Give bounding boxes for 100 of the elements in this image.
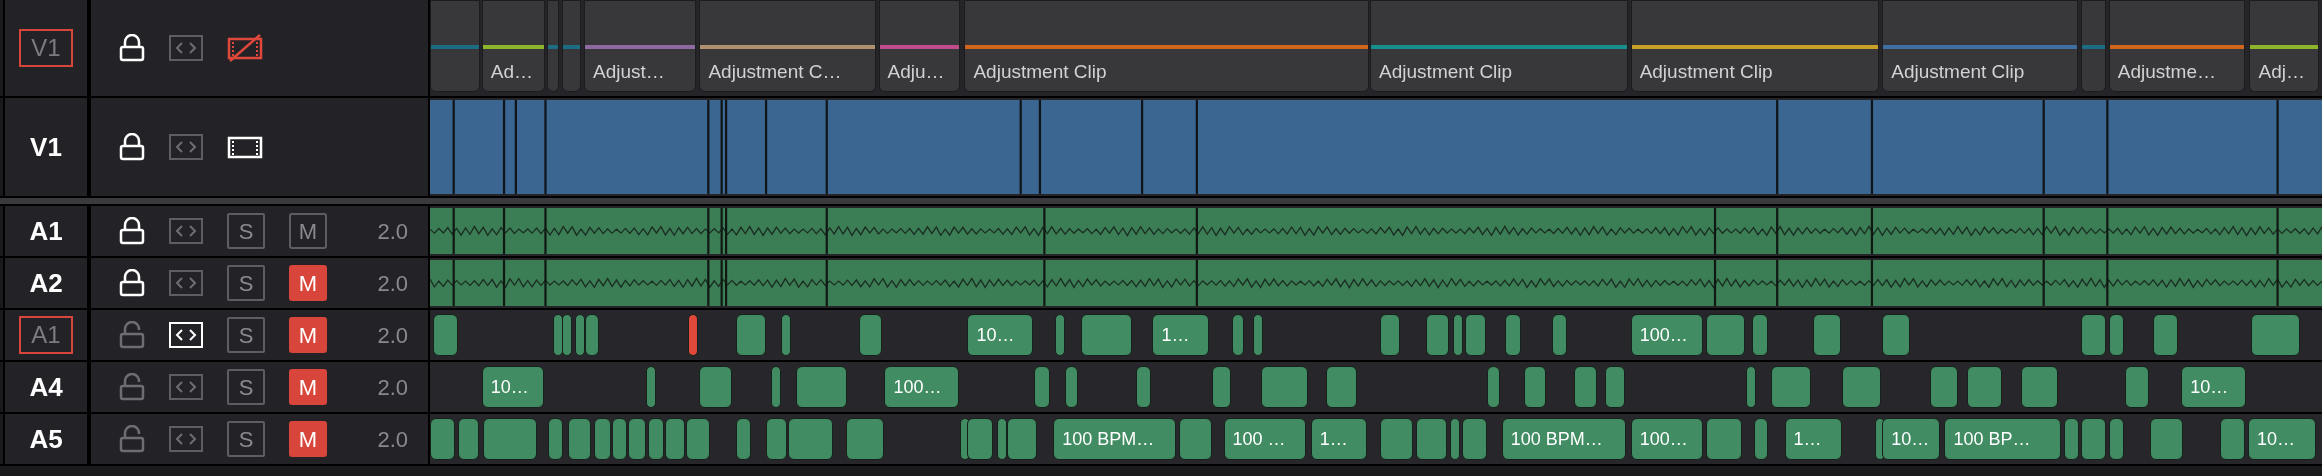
audio-clip[interactable] bbox=[997, 418, 1007, 460]
audio-clip[interactable] bbox=[1771, 366, 1812, 408]
audio-clip[interactable]: 10… bbox=[2181, 366, 2247, 408]
audio-clip[interactable] bbox=[1812, 314, 1841, 356]
adjustment-clip[interactable]: Adjustment C… bbox=[699, 0, 876, 92]
adjustment-clip[interactable] bbox=[430, 0, 481, 92]
audio-clip[interactable] bbox=[2125, 366, 2149, 408]
adjustment-clip[interactable]: Adjust… bbox=[583, 0, 697, 92]
audio-clip[interactable] bbox=[1426, 314, 1449, 356]
audio-clip[interactable] bbox=[552, 314, 563, 356]
audio-clip[interactable] bbox=[1706, 418, 1742, 460]
audio-clip[interactable] bbox=[430, 418, 456, 460]
audio-clip[interactable] bbox=[1380, 314, 1400, 356]
audio-clip[interactable] bbox=[1253, 314, 1264, 356]
adjustment-clip[interactable] bbox=[561, 0, 581, 92]
padlock-icon[interactable] bbox=[119, 133, 145, 161]
mute-button[interactable]: M bbox=[289, 265, 327, 301]
audio-clip[interactable] bbox=[780, 314, 791, 356]
adjustment-clip[interactable]: Adjustme… bbox=[2108, 0, 2245, 92]
audio-clip[interactable] bbox=[1450, 418, 1461, 460]
mute-button[interactable]: M bbox=[289, 317, 327, 353]
adjustment-clip[interactable]: Adjustment Clip bbox=[1630, 0, 1880, 92]
film-strip-off-icon[interactable] bbox=[227, 34, 263, 62]
audio-clip[interactable]: 10… bbox=[481, 366, 544, 408]
solo-button[interactable]: S bbox=[227, 421, 265, 457]
audio-clip[interactable] bbox=[795, 366, 848, 408]
audio-clip[interactable] bbox=[483, 418, 537, 460]
audio-clip[interactable]: 10… bbox=[1882, 418, 1941, 460]
audio-clip[interactable] bbox=[665, 418, 685, 460]
adjustment-clip[interactable]: Adju… bbox=[878, 0, 960, 92]
audio-clip[interactable] bbox=[846, 418, 885, 460]
audio-clip[interactable] bbox=[1706, 314, 1745, 356]
audio-clip[interactable] bbox=[646, 366, 657, 408]
audio-clip[interactable] bbox=[699, 366, 732, 408]
audio-clip[interactable]: 100 BP… bbox=[1944, 418, 2062, 460]
audio-clip[interactable] bbox=[1034, 366, 1051, 408]
solo-button[interactable]: S bbox=[227, 369, 265, 405]
adjustment-clip[interactable]: Adjustment Clip bbox=[964, 0, 1369, 92]
audio-clip[interactable] bbox=[612, 418, 627, 460]
audio-clip[interactable] bbox=[1260, 366, 1308, 408]
audio-clip[interactable]: 100… bbox=[1630, 314, 1704, 356]
audio-clip[interactable] bbox=[1054, 314, 1065, 356]
solo-button[interactable]: S bbox=[227, 213, 265, 249]
audio-clip[interactable]: 1… bbox=[1152, 314, 1209, 356]
audio-clip[interactable] bbox=[432, 314, 459, 356]
audio-clip[interactable] bbox=[2108, 314, 2124, 356]
audio-clip[interactable] bbox=[736, 314, 767, 356]
audio-clip[interactable] bbox=[2080, 314, 2106, 356]
mute-button[interactable]: M bbox=[289, 369, 327, 405]
audio-clip[interactable] bbox=[1380, 418, 1413, 460]
audio-clip[interactable] bbox=[585, 314, 599, 356]
audio-clip[interactable] bbox=[548, 418, 564, 460]
audio-clip[interactable] bbox=[2219, 418, 2245, 460]
audio-clip[interactable] bbox=[1929, 366, 1958, 408]
audio-clip[interactable] bbox=[1552, 314, 1567, 356]
audio-clip[interactable] bbox=[1232, 314, 1245, 356]
audio-clip[interactable] bbox=[1746, 366, 1757, 408]
adjustment-clip[interactable] bbox=[546, 0, 559, 92]
audio-clip[interactable] bbox=[2250, 314, 2300, 356]
audio-clip[interactable] bbox=[594, 418, 611, 460]
audio-clip[interactable] bbox=[766, 418, 787, 460]
audio-clip[interactable] bbox=[2150, 418, 2183, 460]
audio-clip[interactable] bbox=[2080, 418, 2106, 460]
padlock-icon[interactable] bbox=[119, 217, 145, 245]
audio-clip[interactable] bbox=[1487, 366, 1501, 408]
audio-clip[interactable] bbox=[1415, 418, 1448, 460]
audio-clip[interactable] bbox=[1605, 366, 1625, 408]
padlock-icon[interactable] bbox=[119, 34, 145, 62]
audio-clip[interactable]: 1… bbox=[1310, 418, 1368, 460]
audio-clip[interactable] bbox=[686, 418, 710, 460]
padlock-icon[interactable] bbox=[119, 269, 145, 297]
adjustment-clip[interactable]: Ad… bbox=[481, 0, 546, 92]
audio-clip[interactable] bbox=[1081, 314, 1132, 356]
audio-clip[interactable] bbox=[647, 418, 664, 460]
audio-clip[interactable]: 1… bbox=[1784, 418, 1843, 460]
audio-clip[interactable] bbox=[1325, 366, 1357, 408]
audio-clip[interactable] bbox=[1574, 366, 1597, 408]
audio-clip[interactable] bbox=[1461, 418, 1487, 460]
audio-clip[interactable] bbox=[1504, 314, 1522, 356]
audio-clip[interactable] bbox=[1464, 314, 1486, 356]
audio-clip[interactable] bbox=[1179, 418, 1212, 460]
audio-clip[interactable] bbox=[788, 418, 833, 460]
adjustment-clip[interactable]: Adj… bbox=[2249, 0, 2320, 92]
audio-clip[interactable] bbox=[2021, 366, 2059, 408]
audio-clip[interactable] bbox=[1524, 366, 1547, 408]
adjustment-clip[interactable] bbox=[2080, 0, 2106, 92]
audio-clip[interactable] bbox=[1753, 418, 1769, 460]
audio-clip[interactable]: 100 BPM… bbox=[1053, 418, 1177, 460]
audio-clip[interactable]: 100 BPM… bbox=[1501, 418, 1627, 460]
track-name[interactable]: V1 bbox=[19, 29, 73, 67]
audio-clip[interactable] bbox=[1136, 366, 1151, 408]
audio-clip[interactable] bbox=[628, 418, 647, 460]
solo-button[interactable]: S bbox=[227, 265, 265, 301]
mute-button[interactable]: M bbox=[289, 421, 327, 457]
audio-clip[interactable] bbox=[1842, 366, 1881, 408]
adjustment-clip[interactable]: Adjustment Clip bbox=[1370, 0, 1628, 92]
audio-clip[interactable] bbox=[561, 314, 572, 356]
audio-clip[interactable] bbox=[1882, 314, 1911, 356]
audio-clip[interactable] bbox=[1752, 314, 1769, 356]
audio-clip[interactable]: 100… bbox=[884, 366, 959, 408]
